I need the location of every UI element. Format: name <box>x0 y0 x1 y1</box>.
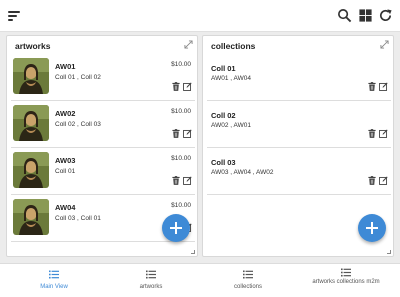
list-icon <box>146 270 156 279</box>
panel-title: artworks <box>15 41 51 51</box>
artwork-collections: Coll 01 <box>55 168 76 175</box>
collections-panel: collections Coll 01 AW01 , AW04 Coll 02 … <box>202 35 394 257</box>
list-icon <box>341 268 351 277</box>
top-app-bar <box>0 0 400 32</box>
nav-item-label: artworks collections m2m <box>312 279 380 285</box>
list-icon <box>49 270 59 279</box>
expand-icon[interactable] <box>184 40 193 49</box>
artwork-name: AW03 <box>55 156 76 165</box>
artwork-price: $10.00 <box>171 155 191 162</box>
artwork-price: $10.00 <box>171 61 191 68</box>
nav-item-artworks-collections-m2m[interactable]: artworks collections m2m <box>296 264 396 297</box>
artwork-name: AW04 <box>55 203 76 212</box>
plus-icon <box>366 222 378 234</box>
trash-icon[interactable] <box>368 129 376 138</box>
resize-handle-icon[interactable] <box>191 250 195 254</box>
artwork-thumbnail <box>13 152 49 188</box>
nav-item-collections[interactable]: collections <box>198 264 298 297</box>
nav-item-label: collections <box>233 284 262 290</box>
plus-icon <box>170 222 182 234</box>
edit-icon[interactable] <box>379 82 388 91</box>
trash-icon[interactable] <box>368 176 376 185</box>
nav-item-label: artworks <box>139 284 163 290</box>
collection-name: Coll 01 <box>211 64 236 73</box>
bottom-navigation: Main View artworks collections artworks … <box>0 263 400 297</box>
refresh-icon[interactable] <box>378 8 393 23</box>
sort-menu-icon[interactable] <box>8 9 22 23</box>
artwork-thumbnail <box>13 105 49 141</box>
trash-icon[interactable] <box>172 129 180 138</box>
trash-icon[interactable] <box>172 176 180 185</box>
grid-icon[interactable] <box>358 8 373 23</box>
search-icon[interactable] <box>337 8 352 23</box>
nav-item-label: Main View <box>40 284 68 290</box>
artwork-price: $10.00 <box>171 108 191 115</box>
artwork-collections: Coll 02 , Coll 03 <box>55 121 101 128</box>
artwork-collections: Coll 01 , Coll 02 <box>55 74 101 81</box>
nav-item-artworks[interactable]: artworks <box>101 264 201 297</box>
edit-icon[interactable] <box>183 176 192 185</box>
collection-card[interactable]: Coll 02 AW02 , AW01 <box>207 101 391 148</box>
edit-icon[interactable] <box>379 176 388 185</box>
artwork-thumbnail <box>13 58 49 94</box>
artwork-price: $10.00 <box>171 202 191 209</box>
resize-handle-icon[interactable] <box>387 250 391 254</box>
collection-card[interactable]: Coll 03 AW03 , AW04 , AW02 <box>207 148 391 195</box>
panel-title: collections <box>211 41 256 51</box>
trash-icon[interactable] <box>368 82 376 91</box>
artwork-name: AW01 <box>55 62 76 71</box>
edit-icon[interactable] <box>183 129 192 138</box>
artworks-panel: artworks AW01 Coll 01 , Coll 02 $10.00 A… <box>6 35 198 257</box>
artwork-card[interactable]: AW01 Coll 01 , Coll 02 $10.00 <box>11 54 195 101</box>
expand-icon[interactable] <box>380 40 389 49</box>
edit-icon[interactable] <box>183 82 192 91</box>
add-collection-button[interactable] <box>358 214 386 242</box>
edit-icon[interactable] <box>379 129 388 138</box>
collection-artworks: AW01 , AW04 <box>211 75 251 82</box>
artwork-name: AW02 <box>55 109 76 118</box>
collection-name: Coll 03 <box>211 158 236 167</box>
artwork-collections: Coll 03 , Coll 01 <box>55 215 101 222</box>
add-artwork-button[interactable] <box>162 214 190 242</box>
collection-name: Coll 02 <box>211 111 236 120</box>
collection-artworks: AW03 , AW04 , AW02 <box>211 169 274 176</box>
artwork-thumbnail <box>13 199 49 235</box>
artwork-card[interactable]: AW03 Coll 01 $10.00 <box>11 148 195 195</box>
list-icon <box>243 270 253 279</box>
collection-card[interactable]: Coll 01 AW01 , AW04 <box>207 54 391 101</box>
artwork-card[interactable]: AW02 Coll 02 , Coll 03 $10.00 <box>11 101 195 148</box>
collection-artworks: AW02 , AW01 <box>211 122 251 129</box>
nav-item-main-view[interactable]: Main View <box>4 264 104 297</box>
trash-icon[interactable] <box>172 82 180 91</box>
